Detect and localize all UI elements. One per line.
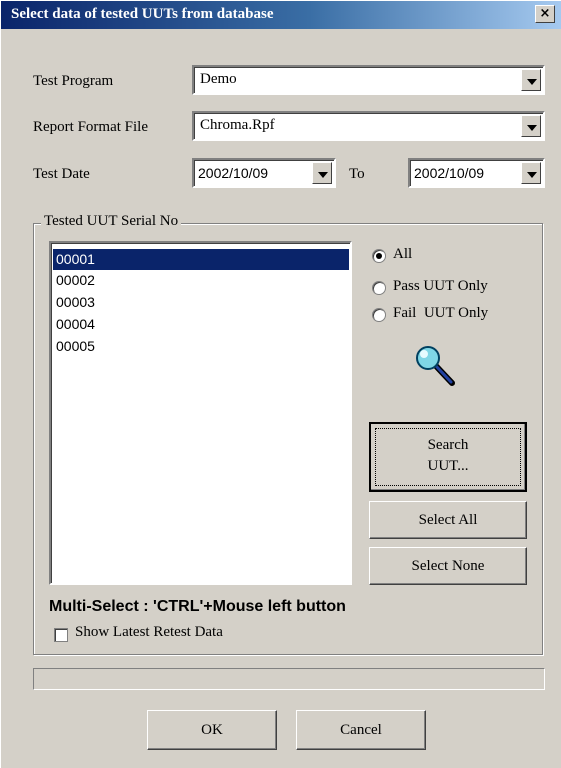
close-button[interactable]: × bbox=[535, 5, 555, 23]
title-bar[interactable]: Select data of tested UUTs from database… bbox=[1, 1, 561, 29]
window-title: Select data of tested UUTs from database bbox=[11, 6, 274, 22]
chevron-down-icon[interactable] bbox=[521, 115, 541, 137]
group-title: Tested UUT Serial No bbox=[41, 213, 182, 230]
test-date-to-label: To bbox=[349, 166, 365, 182]
list-item[interactable]: 00001 bbox=[53, 249, 349, 270]
list-item[interactable]: 00004 bbox=[53, 314, 349, 335]
test-date-to-picker[interactable]: 2002/10/09 bbox=[408, 158, 545, 188]
search-button-line1: Search bbox=[427, 437, 469, 453]
magnifier-icon bbox=[416, 346, 455, 386]
test-date-from-picker[interactable]: 2002/10/09 bbox=[192, 158, 336, 188]
ok-button[interactable]: OK bbox=[147, 710, 277, 750]
radio-fail-only[interactable] bbox=[372, 308, 386, 322]
test-program-dropdown[interactable]: Demo bbox=[192, 65, 545, 95]
radio-dot bbox=[376, 253, 382, 259]
radio-pass-only-label[interactable]: Pass UUT Only bbox=[393, 278, 488, 295]
radio-all-label[interactable]: All bbox=[393, 246, 412, 263]
chevron-down-icon[interactable] bbox=[312, 162, 332, 184]
list-item[interactable]: 00003 bbox=[53, 292, 349, 313]
test-program-value: Demo bbox=[200, 71, 237, 87]
radio-fail-only-label[interactable]: Fail UUT Only bbox=[393, 305, 488, 322]
multi-select-hint: Multi-Select : 'CTRL'+Mouse left button bbox=[49, 598, 346, 615]
chevron-down-icon[interactable] bbox=[521, 69, 541, 91]
report-format-value: Chroma.Rpf bbox=[200, 117, 275, 133]
show-latest-retest-checkbox[interactable] bbox=[54, 628, 68, 642]
close-icon: × bbox=[539, 6, 551, 21]
select-none-button[interactable]: Select None bbox=[369, 547, 527, 585]
list-item[interactable]: 00002 bbox=[53, 270, 349, 291]
test-date-to-value: 2002/10/09 bbox=[414, 165, 485, 181]
report-format-label: Report Format File bbox=[33, 119, 148, 135]
search-button-line2: UUT... bbox=[427, 458, 469, 474]
test-date-from-value: 2002/10/09 bbox=[198, 165, 269, 181]
list-item[interactable]: 00005 bbox=[53, 336, 349, 357]
report-format-dropdown[interactable]: Chroma.Rpf bbox=[192, 111, 545, 141]
select-all-button[interactable]: Select All bbox=[369, 501, 527, 539]
cancel-button[interactable]: Cancel bbox=[296, 710, 426, 750]
dialog-window: Select data of tested UUTs from database… bbox=[0, 0, 561, 768]
show-latest-retest-label[interactable]: Show Latest Retest Data bbox=[75, 624, 223, 641]
radio-pass-only[interactable] bbox=[372, 281, 386, 295]
chevron-down-icon[interactable] bbox=[521, 162, 541, 184]
radio-all[interactable] bbox=[372, 249, 386, 263]
progress-bar bbox=[33, 668, 545, 690]
serial-listbox[interactable]: 00001 00002 00003 00004 00005 bbox=[49, 241, 352, 585]
test-date-label: Test Date bbox=[33, 166, 90, 182]
search-uut-button[interactable]: Search UUT... bbox=[369, 422, 527, 492]
test-program-label: Test Program bbox=[33, 73, 114, 89]
